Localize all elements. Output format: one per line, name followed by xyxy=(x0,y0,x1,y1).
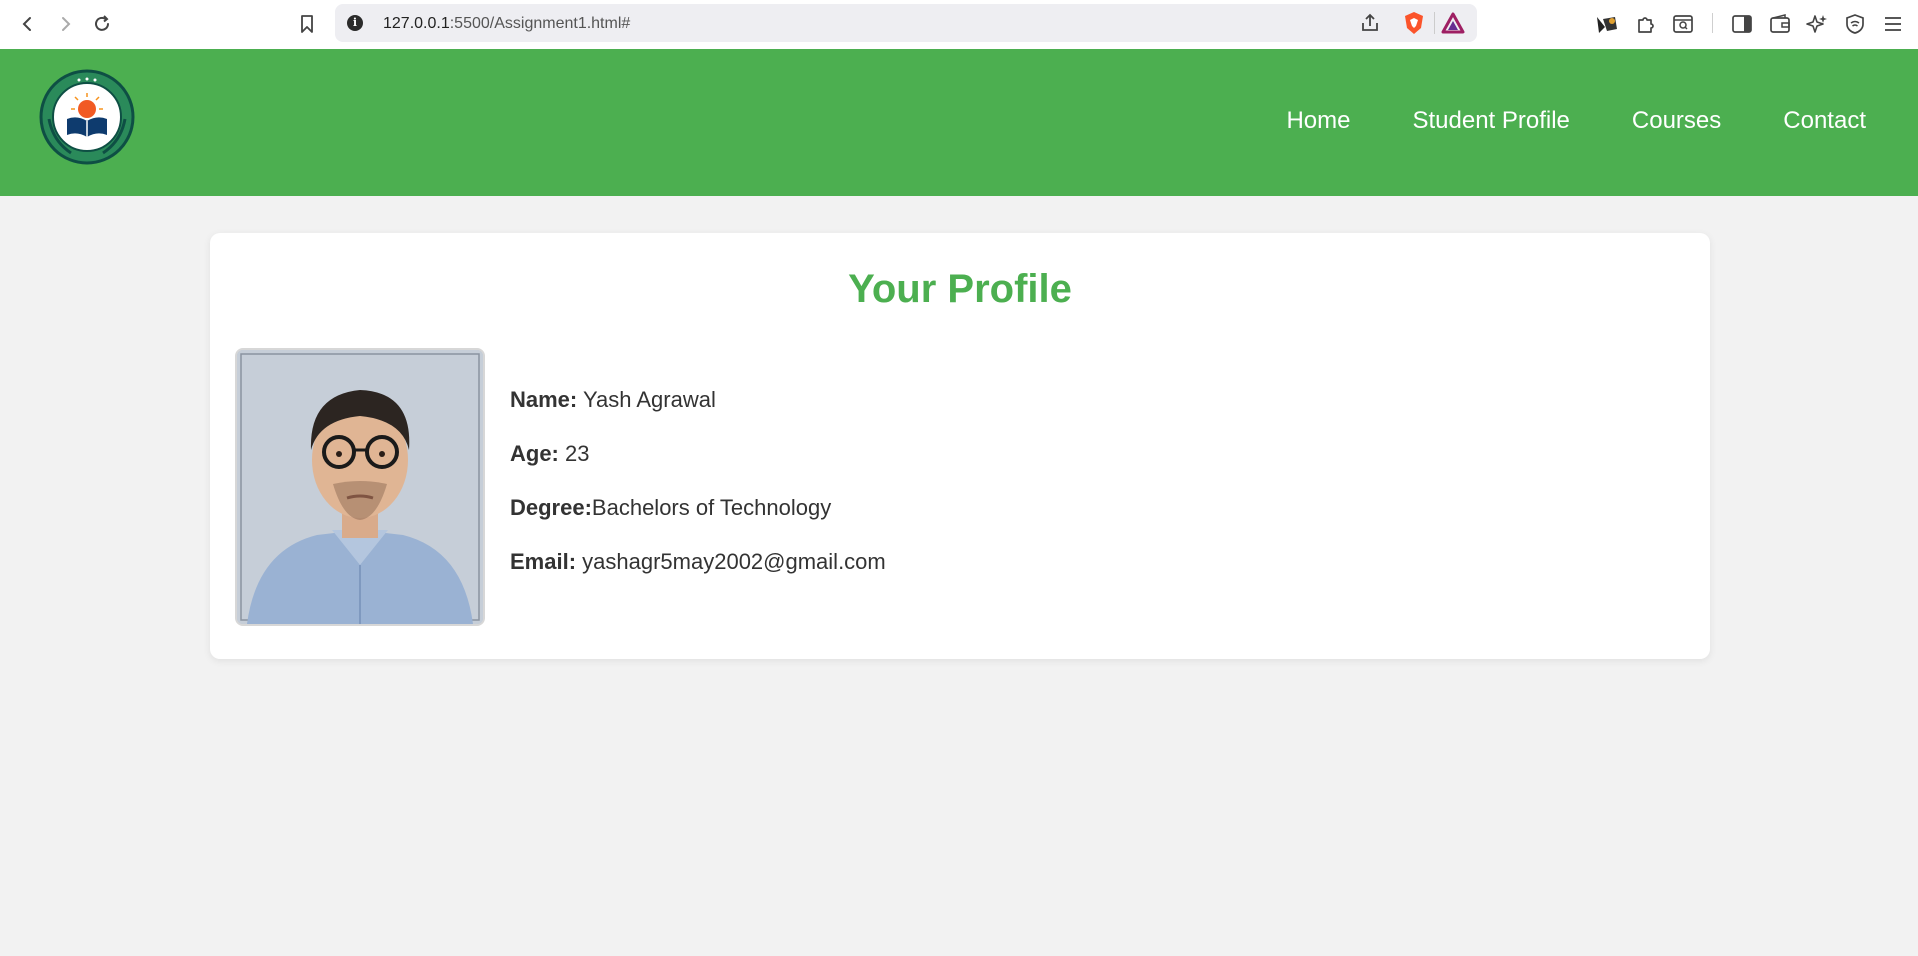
reload-icon[interactable] xyxy=(88,10,116,38)
vpn-icon[interactable] xyxy=(1841,10,1869,38)
degree-value: Bachelors of Technology xyxy=(591,495,832,520)
nav-home[interactable]: Home xyxy=(1286,107,1350,135)
profile-photo xyxy=(235,348,485,626)
url-text[interactable]: 127.0.0.1:5500/Assignment1.html# xyxy=(383,15,630,33)
url-path: :5500/Assignment1.html# xyxy=(449,15,631,32)
share-icon[interactable] xyxy=(1359,12,1381,39)
age-row: Age: 23 xyxy=(510,440,886,494)
profile-heading: Your Profile xyxy=(848,267,1072,311)
back-icon[interactable] xyxy=(14,10,42,38)
sidebar-icon[interactable] xyxy=(1728,10,1756,38)
age-label: Age: xyxy=(510,441,559,466)
extension-icon[interactable] xyxy=(1593,10,1621,38)
nav-contact[interactable]: Contact xyxy=(1783,107,1866,135)
main-nav: Home Student Profile Courses Contact xyxy=(1286,107,1866,135)
degree-row: Degree:Bachelors of Technology xyxy=(510,494,886,548)
brave-rewards-icon[interactable] xyxy=(1441,12,1465,39)
forward-icon[interactable] xyxy=(51,10,79,38)
name-value: Yash Agrawal xyxy=(582,387,716,412)
address-bar[interactable]: i 127.0.0.1:5500/Assignment1.html# xyxy=(335,4,1477,42)
menu-icon[interactable] xyxy=(1879,10,1907,38)
profile-details: Name: Yash Agrawal Age: 23 Degree:Bachel… xyxy=(510,386,886,602)
name-row: Name: Yash Agrawal xyxy=(510,386,886,440)
email-label: Email: xyxy=(510,549,577,574)
browser-toolbar: i 127.0.0.1:5500/Assignment1.html# xyxy=(0,0,1918,49)
puzzle-icon[interactable] xyxy=(1632,10,1660,38)
brave-shield-icon[interactable] xyxy=(1403,11,1425,40)
url-host: 127.0.0.1 xyxy=(383,15,450,32)
school-logo[interactable] xyxy=(39,69,135,165)
wallet-icon[interactable] xyxy=(1766,10,1794,38)
degree-label: Degree: xyxy=(510,495,592,520)
email-row: Email: yashagr5may2002@gmail.com xyxy=(510,548,886,602)
bookmark-icon[interactable] xyxy=(293,10,321,38)
email-value: yashagr5may2002@gmail.com xyxy=(582,549,886,574)
site-header: Home Student Profile Courses Contact xyxy=(0,49,1918,196)
nav-student-profile[interactable]: Student Profile xyxy=(1412,107,1569,135)
nav-courses[interactable]: Courses xyxy=(1632,107,1721,135)
profile-card: Your Profile Name: Yash Agrawal Age: 23 xyxy=(210,233,1710,659)
site-info-icon[interactable]: i xyxy=(347,15,363,31)
age-value: 23 xyxy=(565,441,590,466)
search-tab-icon[interactable] xyxy=(1669,10,1697,38)
name-label: Name: xyxy=(510,387,578,412)
leo-ai-icon[interactable] xyxy=(1803,10,1831,38)
